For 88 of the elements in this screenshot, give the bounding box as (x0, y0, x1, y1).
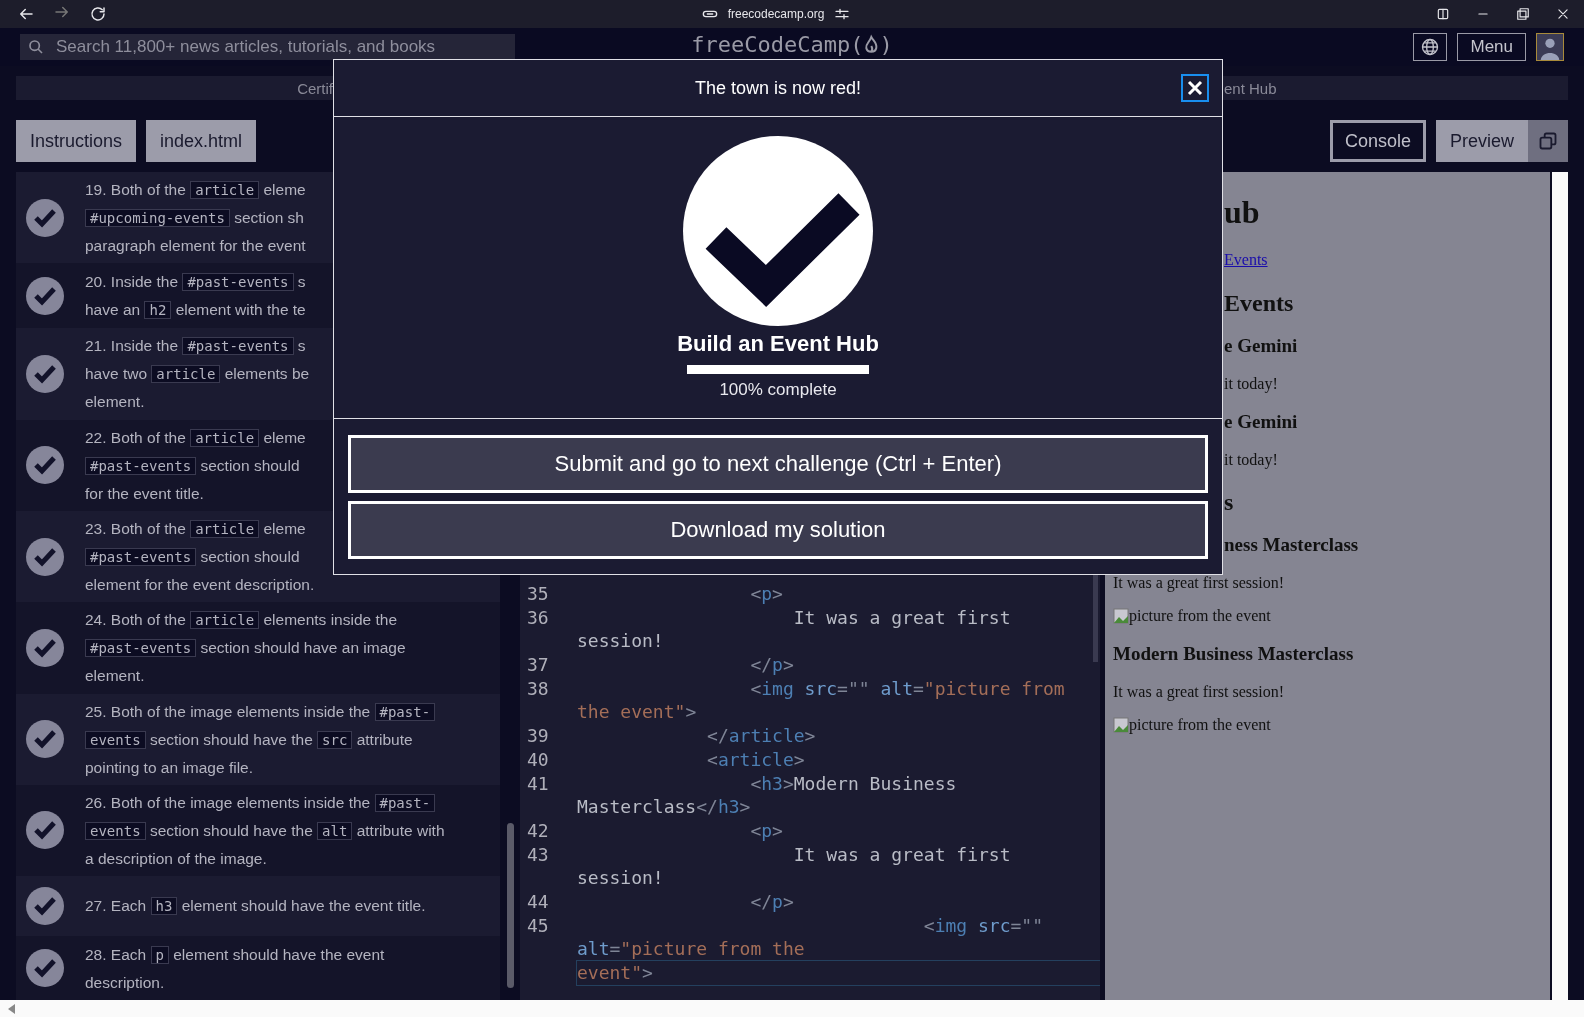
test-description: 19. Both of the article eleme #upcoming-events section sh paragraph element for the event (85, 180, 306, 257)
dialog-title: The town is now red! (694, 77, 862, 99)
preview-button[interactable]: Preview (1435, 120, 1528, 162)
globe-icon (1420, 36, 1441, 58)
code-line: event"> (577, 962, 653, 984)
test-description: 24. Both of the article elements inside the #past-events section should have an image element. (85, 610, 406, 687)
section-heading: s (1224, 489, 1234, 515)
sidebar-icon[interactable] (1436, 7, 1450, 21)
code-line: </article> (707, 725, 816, 747)
event-title: e Gemini (1224, 411, 1298, 432)
scrollbar-thumb[interactable] (506, 823, 514, 988)
dialog-button[interactable]: Submit and go to next challenge (Ctrl + Enter) (348, 435, 1208, 493)
line-number: 43 (526, 842, 550, 867)
page-heading: ub (1224, 194, 1260, 230)
event-title: ness Masterclass (1224, 534, 1359, 555)
test-description: 20. Inside the #past-events s have an h2 element with the te (85, 271, 306, 321)
search-field[interactable]: Search 11,800+ news articles, tutorials, and books (20, 34, 515, 60)
test-description: 23. Both of the article eleme #past-events section should element for the event description. (85, 519, 315, 595)
event-text: it today! (1224, 451, 1278, 468)
code-line: It was a great first (793, 843, 1011, 865)
event-title: Modern Business Masterclass (1113, 643, 1354, 664)
code-line: <article> (707, 748, 805, 770)
line-number: 38 (526, 676, 550, 701)
menu-button[interactable]: Menu (1457, 33, 1526, 61)
close-icon (1187, 80, 1203, 96)
test-description: 26. Both of the image elements inside the #past- events section should have the alt attribute with a description of the image. (85, 793, 445, 869)
maximize-icon[interactable] (1516, 7, 1530, 21)
code-line: It was a great first (793, 606, 1011, 628)
line-number: 36 (526, 605, 550, 630)
code-line: <h3>Modern Business (750, 772, 957, 794)
scrollbar[interactable] (0, 1000, 1584, 1017)
event-text: It was a great first session! (1113, 683, 1285, 700)
code-line: session! (577, 867, 664, 889)
close-button[interactable] (1181, 74, 1209, 102)
search-icon (28, 39, 44, 55)
breadcrumb-text[interactable]: Certif (16, 79, 333, 97)
line-number: 37 (526, 653, 550, 677)
logo-text[interactable]: ) (879, 32, 893, 57)
section-heading: Events (1224, 290, 1294, 316)
line-number: 35 (526, 582, 550, 606)
panel-tab[interactable]: Instructions (16, 120, 137, 162)
windows-icon (1538, 131, 1558, 151)
image-alt-text: picture from the event (1129, 606, 1271, 626)
avatar-icon[interactable] (1536, 33, 1564, 61)
scrollbar[interactable] (1552, 172, 1568, 1000)
tune-icon[interactable] (834, 6, 851, 22)
test-description: 27. Each h3 element should have the event title. (85, 896, 426, 918)
reload-icon[interactable] (89, 5, 107, 23)
project-title: Build an Event Hub (677, 331, 879, 357)
line-number: 39 (526, 724, 550, 748)
event-text: It was a great first session! (1113, 574, 1285, 591)
logo-text[interactable]: freeCodeCamp( (691, 32, 864, 57)
test-description: 22. Both of the article eleme #past-events section should for the event title. (85, 427, 306, 504)
line-number: 44 (526, 890, 550, 914)
test-description: 21. Inside the #past-events s have two article elements be element. (85, 336, 310, 413)
popout-button[interactable] (1528, 120, 1568, 162)
image-alt-text: picture from the event (1129, 715, 1271, 735)
broken-image-icon (1113, 608, 1129, 624)
code-line: </p> (750, 891, 794, 912)
event-text: it today! (1224, 375, 1278, 392)
code-line: <img src="" (923, 914, 1043, 936)
code-line: Masterclass</h3> (577, 796, 751, 818)
code-line: <p> (750, 819, 783, 841)
line-number: 41 (526, 771, 550, 796)
check-icon (683, 136, 873, 326)
code-line: <p> (750, 583, 783, 604)
code-line: the event"> (577, 701, 697, 723)
broken-image-icon (1113, 717, 1129, 733)
line-number: 40 (526, 747, 550, 772)
scroll-left-icon[interactable] (8, 1003, 16, 1014)
test-description: 28. Each p element should have the event description. (85, 944, 385, 993)
address-text[interactable]: freecodecamp.org (727, 7, 825, 21)
flame-icon (863, 33, 880, 56)
test-description: 25. Both of the image elements inside the #past- events section should have the src attribute pointing to an image file. (85, 697, 436, 781)
breadcrumb-text[interactable]: ent Hub (1224, 79, 1277, 97)
event-title: e Gemini (1224, 335, 1298, 356)
progress-text: 100% complete (719, 380, 837, 400)
line-number: 42 (526, 818, 550, 843)
code-line: </p> (750, 654, 794, 676)
code-line: session! (577, 630, 664, 652)
close-icon[interactable] (1556, 7, 1570, 21)
language-button[interactable] (1413, 33, 1448, 61)
panel-tab[interactable]: index.html (146, 120, 257, 162)
console-button[interactable]: Console (1329, 120, 1426, 162)
dialog-button[interactable]: Download my solution (348, 501, 1208, 559)
code-line: alt="picture from the (577, 938, 805, 960)
line-number: 45 (526, 913, 550, 938)
code-line: <img src="" alt="picture from (750, 677, 1065, 699)
